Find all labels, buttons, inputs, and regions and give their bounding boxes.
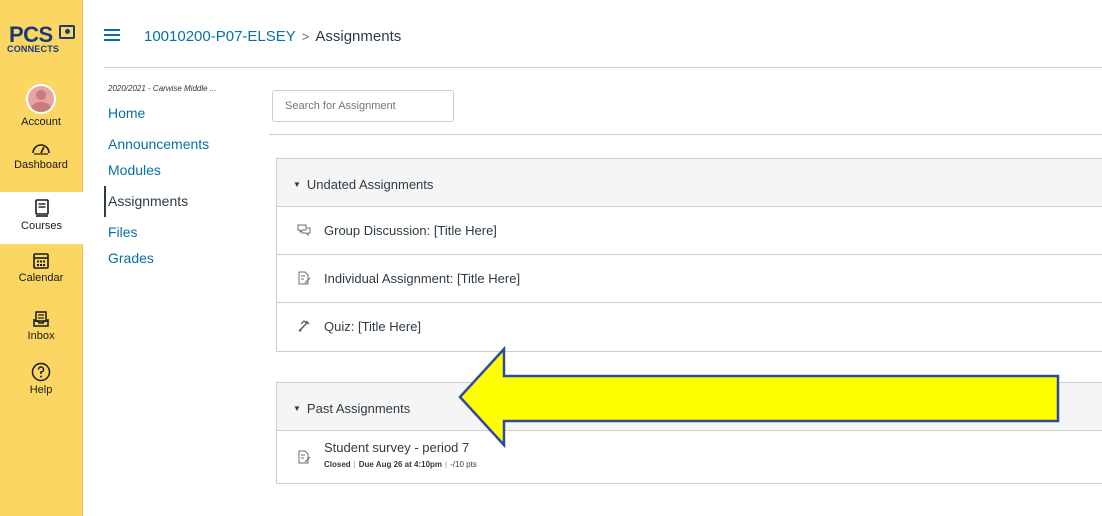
group-title: Undated Assignments [306, 177, 434, 192]
breadcrumb-course-link[interactable]: 10010200-P07-ELSEY [144, 28, 296, 45]
assignment-icon [298, 271, 311, 285]
group-title: Past Assignments [306, 401, 411, 416]
monitor-icon [59, 25, 75, 39]
nav-courses[interactable]: Courses [0, 192, 83, 244]
quiz-icon [298, 320, 310, 333]
logo-text: PCS [9, 22, 53, 47]
nav-account[interactable]: Account [0, 84, 82, 128]
search-assignment-input[interactable] [272, 90, 454, 122]
assignment-row[interactable]: Individual Assignment: [Title Here] [277, 255, 1102, 303]
course-nav-grades[interactable]: Grades [104, 243, 254, 274]
dashboard-icon [32, 144, 50, 155]
due-date: Due Aug 26 at 4:10pm [358, 460, 443, 469]
term-label: 2020/2021 - Carwise Middle ... [108, 84, 217, 93]
header-divider [104, 67, 1102, 68]
assignment-title[interactable]: Individual Assignment: [Title Here] [324, 271, 520, 286]
breadcrumb-separator: > [301, 29, 310, 44]
nav-label: Dashboard [14, 159, 68, 171]
nav-label: Account [21, 116, 61, 128]
assignment-title[interactable]: Group Discussion: [Title Here] [324, 223, 497, 238]
avatar [26, 84, 56, 114]
course-nav-assignments[interactable]: Assignments [104, 186, 254, 217]
breadcrumb: 10010200-P07-ELSEY > Assignments [144, 28, 401, 45]
status-text: Closed [324, 460, 351, 469]
meta-divider: | [353, 460, 356, 469]
group-header[interactable]: ▼ Past Assignments [277, 383, 1102, 431]
assignment-row[interactable]: Student survey - period 7 Closed | Due Aug… [277, 431, 1102, 483]
points: -/10 pts [450, 460, 477, 469]
assignment-title[interactable]: Quiz: [Title Here] [324, 319, 421, 334]
assignment-row[interactable]: Quiz: [Title Here] [277, 303, 1102, 351]
discussion-icon [297, 224, 311, 237]
group-header[interactable]: ▼ Undated Assignments [277, 159, 1102, 207]
caret-down-icon: ▼ [293, 180, 301, 189]
inbox-icon [33, 311, 49, 327]
assignment-row[interactable]: Group Discussion: [Title Here] [277, 207, 1102, 255]
search-divider [269, 134, 1102, 135]
hamburger-menu-icon[interactable] [104, 29, 120, 41]
courses-icon [34, 199, 49, 217]
course-navigation: 2020/2021 - Carwise Middle ... Home Anno… [104, 80, 254, 274]
assignment-group-past: ▼ Past Assignments Student survey - perio… [276, 382, 1102, 484]
top-bar: 10010200-P07-ELSEY > Assignments [83, 0, 1102, 68]
assignment-icon [298, 450, 311, 464]
course-nav-files[interactable]: Files [104, 217, 254, 243]
course-nav-announcements[interactable]: Announcements [104, 129, 254, 155]
caret-down-icon: ▼ [293, 404, 301, 413]
meta-divider: | [445, 460, 448, 469]
calendar-icon [33, 253, 49, 269]
assignment-title[interactable]: Student survey - period 7 [324, 440, 469, 455]
nav-label: Courses [21, 220, 62, 232]
nav-help[interactable]: Help [0, 362, 82, 396]
nav-label: Inbox [27, 330, 55, 342]
assignment-group-undated: ▼ Undated Assignments Group Discussion: [… [276, 158, 1102, 352]
course-nav-home[interactable]: Home [104, 98, 254, 129]
breadcrumb-current: Assignments [315, 28, 402, 45]
pcs-connects-logo[interactable]: PCS CONNECTS [3, 6, 81, 64]
global-navigation: PCS CONNECTS Account Dashboard Courses C… [0, 0, 83, 516]
logo-subtext: CONNECTS [7, 44, 60, 54]
nav-label: Help [29, 384, 53, 396]
nav-inbox[interactable]: Inbox [0, 310, 82, 342]
nav-dashboard[interactable]: Dashboard [0, 139, 82, 171]
help-icon [31, 362, 51, 382]
assignment-meta: Closed | Due Aug 26 at 4:10pm | -/10 pts [324, 460, 477, 469]
nav-label: Calendar [18, 272, 64, 284]
nav-calendar[interactable]: Calendar [0, 252, 82, 284]
course-nav-modules[interactable]: Modules [104, 155, 254, 186]
